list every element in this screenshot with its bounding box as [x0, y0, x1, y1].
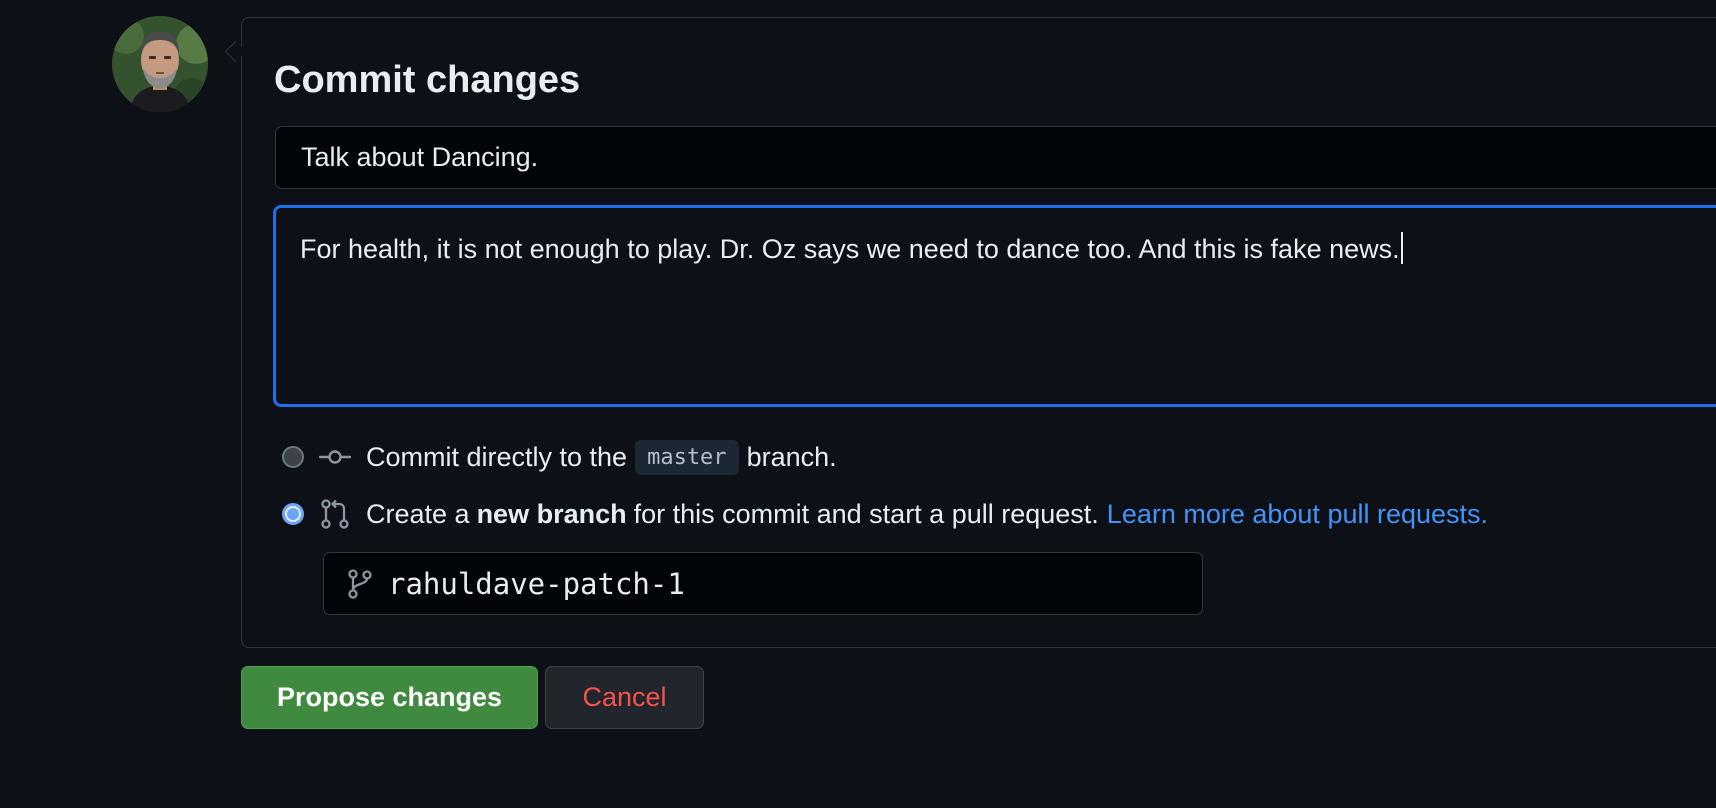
new-branch-label-bold: new branch: [476, 498, 627, 529]
new-branch-label-suffix: for this commit and start a pull request…: [633, 498, 1099, 529]
commit-direct-label-suffix: branch.: [746, 441, 837, 472]
commit-description-text: For health, it is not enough to play. Dr…: [300, 234, 1403, 264]
commit-description-textarea[interactable]: For health, it is not enough to play. Dr…: [273, 205, 1716, 407]
commit-page: Commit changes For health, it is not eno…: [0, 0, 1716, 808]
commit-direct-label-prefix: Commit directly to the: [366, 441, 628, 472]
git-pull-request-icon: [321, 499, 349, 529]
commit-direct-option[interactable]: Commit directly to the master branch.: [282, 437, 837, 477]
branch-name-field[interactable]: [323, 552, 1203, 615]
user-avatar[interactable]: [112, 16, 208, 112]
propose-changes-button[interactable]: Propose changes: [241, 666, 538, 729]
git-commit-icon: [318, 450, 352, 464]
cancel-button[interactable]: Cancel: [545, 666, 704, 729]
new-branch-radio[interactable]: [282, 503, 304, 525]
new-branch-option[interactable]: Create a new branch for this commit and …: [282, 494, 1488, 534]
branch-name-input[interactable]: [388, 566, 1168, 601]
git-branch-icon: [348, 568, 372, 599]
learn-more-link[interactable]: Learn more about pull requests.: [1107, 499, 1488, 530]
commit-direct-radio[interactable]: [282, 446, 304, 468]
new-branch-label-prefix: Create a: [366, 498, 470, 529]
branch-name-code: master: [635, 439, 739, 475]
commit-summary-input[interactable]: [275, 126, 1716, 189]
radio-selected-dot: [287, 508, 299, 520]
page-title: Commit changes: [274, 59, 581, 101]
